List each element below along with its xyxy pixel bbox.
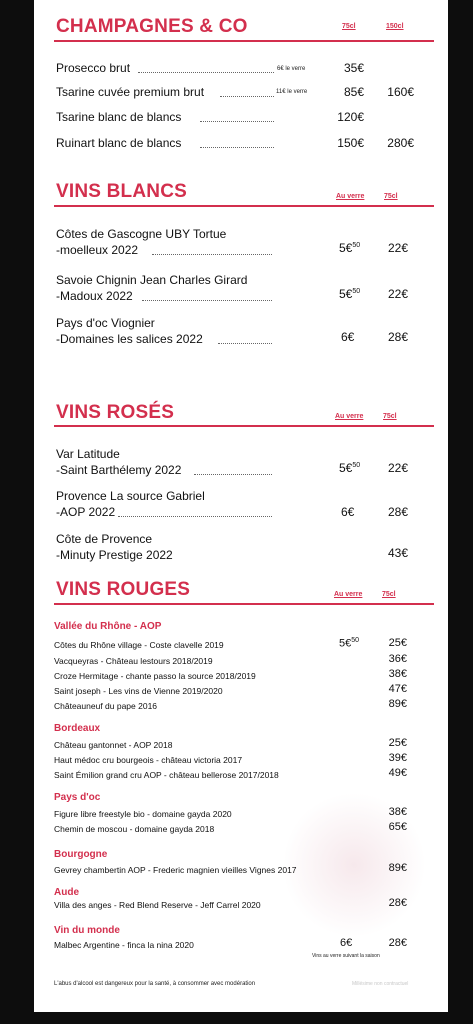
bottle-price: 25€ <box>388 637 407 649</box>
wine-name-line1: Savoie Chignin Jean Charles Girard <box>56 273 248 287</box>
section-rule <box>54 425 434 427</box>
price-75cl: 35€ <box>343 61 364 75</box>
bottle-price: 28€ <box>387 505 408 519</box>
bottle-price: 65€ <box>388 821 407 833</box>
bottle-price: 22€ <box>387 461 408 475</box>
section-rule <box>54 40 434 42</box>
wine-name-line2: -Minuty Prestige 2022 <box>56 548 173 562</box>
section-title-rouges: VINS ROUGES <box>56 579 191 600</box>
col-header-glass: Au verre <box>335 413 364 420</box>
dot-leader <box>218 343 272 344</box>
col-header-75cl: 75cl <box>383 413 397 420</box>
glass-price: 6€ <box>340 937 353 949</box>
dot-leader <box>200 121 274 122</box>
price-150cl: 280€ <box>387 136 414 150</box>
red-wine-name: Malbec Argentine - finca la nina 2020 <box>54 940 194 950</box>
section-rule <box>54 603 434 605</box>
bottle-price: 89€ <box>388 862 407 874</box>
glass-note: 6€ le verre <box>277 66 306 72</box>
bottle-price: 39€ <box>388 752 407 764</box>
red-wine-name: Croze Hermitage - chante passo la source… <box>54 671 256 681</box>
section-title-roses: VINS ROSÉS <box>56 402 175 423</box>
red-wine-name: Chemin de moscou - domaine gayda 2018 <box>54 824 215 834</box>
region-title-bordeaux: Bordeaux <box>54 723 101 734</box>
region-title-paysdoc: Pays d'oc <box>54 792 101 803</box>
price-150cl: 160€ <box>387 85 414 99</box>
red-wine-name: Figure libre freestyle bio - domaine gay… <box>54 809 232 819</box>
bottle-price: 38€ <box>388 806 407 818</box>
col-header-75cl: 75cl <box>342 23 356 30</box>
glass-price: 5€50 <box>339 241 361 255</box>
wine-name-line1: Côte de Provence <box>56 532 153 546</box>
red-wine-name: Vacqueyras - Château lestours 2018/2019 <box>54 656 213 666</box>
wine-name-line1: Var Latitude <box>56 447 120 461</box>
bottle-price: 89€ <box>388 698 407 710</box>
red-wine-name: Côtes du Rhône village - Coste clavelle … <box>54 640 224 650</box>
dot-leader <box>138 72 274 73</box>
section-title-blancs: VINS BLANCS <box>56 181 187 202</box>
wine-name-line1: Côtes de Gascogne UBY Tortue <box>56 227 227 241</box>
col-header-glass: Au verre <box>334 591 363 598</box>
price-75cl: 150€ <box>337 136 364 150</box>
champagne-name: Prosecco brut <box>56 61 131 75</box>
menu-sheet: CHAMPAGNES & CO 75cl 150cl Prosecco brut… <box>34 0 448 1012</box>
bottle-price: 28€ <box>387 330 408 344</box>
wine-name-line2: -Madoux 2022 <box>56 289 133 303</box>
dot-leader <box>194 474 272 475</box>
dot-leader <box>152 254 272 255</box>
red-wine-name: Château gantonnet - AOP 2018 <box>54 740 173 750</box>
vintage-note: Millésime non contractuel <box>352 981 409 987</box>
dot-leader <box>200 147 274 148</box>
wine-name-line2: -Domaines les salices 2022 <box>56 332 203 346</box>
glass-price: 5€50 <box>339 637 360 650</box>
glass-price: 6€ <box>341 505 355 519</box>
region-title-aude: Aude <box>54 887 79 898</box>
red-wine-name: Gevrey chambertin AOP - Frederic magnien… <box>54 865 297 875</box>
bottle-price: 43€ <box>387 546 408 560</box>
glass-price: 5€50 <box>339 287 361 301</box>
champagne-name: Tsarine cuvée premium brut <box>56 85 205 99</box>
wine-name-line2: -moelleux 2022 <box>56 243 139 257</box>
health-warning: L'abus d'alcool est dangereux pour la sa… <box>54 981 256 987</box>
bottle-price: 22€ <box>387 287 408 301</box>
dot-leader <box>142 300 272 301</box>
bottle-price: 38€ <box>388 668 407 680</box>
region-title-rhone: Vallée du Rhône - AOP <box>54 621 162 632</box>
wine-name-line1: Pays d'oc Viognier <box>56 316 155 330</box>
red-wine-name: Villa des anges - Red Blend Reserve - Je… <box>54 900 261 910</box>
wine-name-line2: -Saint Barthélemy 2022 <box>56 463 182 477</box>
red-wine-name: Haut médoc cru bourgeois - château victo… <box>54 755 243 765</box>
bottle-price: 49€ <box>388 767 407 779</box>
region-title-bourgogne: Bourgogne <box>54 849 108 860</box>
red-wine-name: Châteauneuf du pape 2016 <box>54 701 158 711</box>
glass-price: 5€50 <box>339 461 361 475</box>
dot-leader <box>220 96 274 97</box>
bottle-price: 28€ <box>388 897 407 909</box>
bottle-price: 28€ <box>388 937 407 949</box>
section-title-champagnes: CHAMPAGNES & CO <box>56 16 248 37</box>
price-75cl: 120€ <box>337 110 364 124</box>
price-75cl: 85€ <box>343 85 364 99</box>
col-header-75cl: 75cl <box>384 193 398 200</box>
season-note: Vins au verre suivant la saison <box>312 953 380 959</box>
bottle-price: 22€ <box>387 241 408 255</box>
bottle-price: 36€ <box>388 653 407 665</box>
section-rule <box>54 205 434 207</box>
dot-leader <box>118 516 272 517</box>
glass-note: 11€ le verre <box>276 89 308 95</box>
col-header-glass: Au verre <box>336 193 365 200</box>
col-header-75cl: 75cl <box>382 591 396 598</box>
red-wine-name: Saint joseph - Les vins de Vienne 2019/2… <box>54 686 223 696</box>
champagne-name: Tsarine blanc de blancs <box>56 110 182 124</box>
bottle-price: 47€ <box>388 683 407 695</box>
glass-price: 6€ <box>341 330 355 344</box>
wine-name-line2: -AOP 2022 <box>56 505 116 519</box>
col-header-150cl: 150cl <box>386 23 404 30</box>
champagne-name: Ruinart blanc de blancs <box>56 136 182 150</box>
red-wine-name: Saint Émilion grand cru AOP - château be… <box>54 770 279 780</box>
wine-name-line1: Provence La source Gabriel <box>56 489 205 503</box>
bottle-price: 25€ <box>388 737 407 749</box>
region-title-monde: Vin du monde <box>54 925 120 936</box>
